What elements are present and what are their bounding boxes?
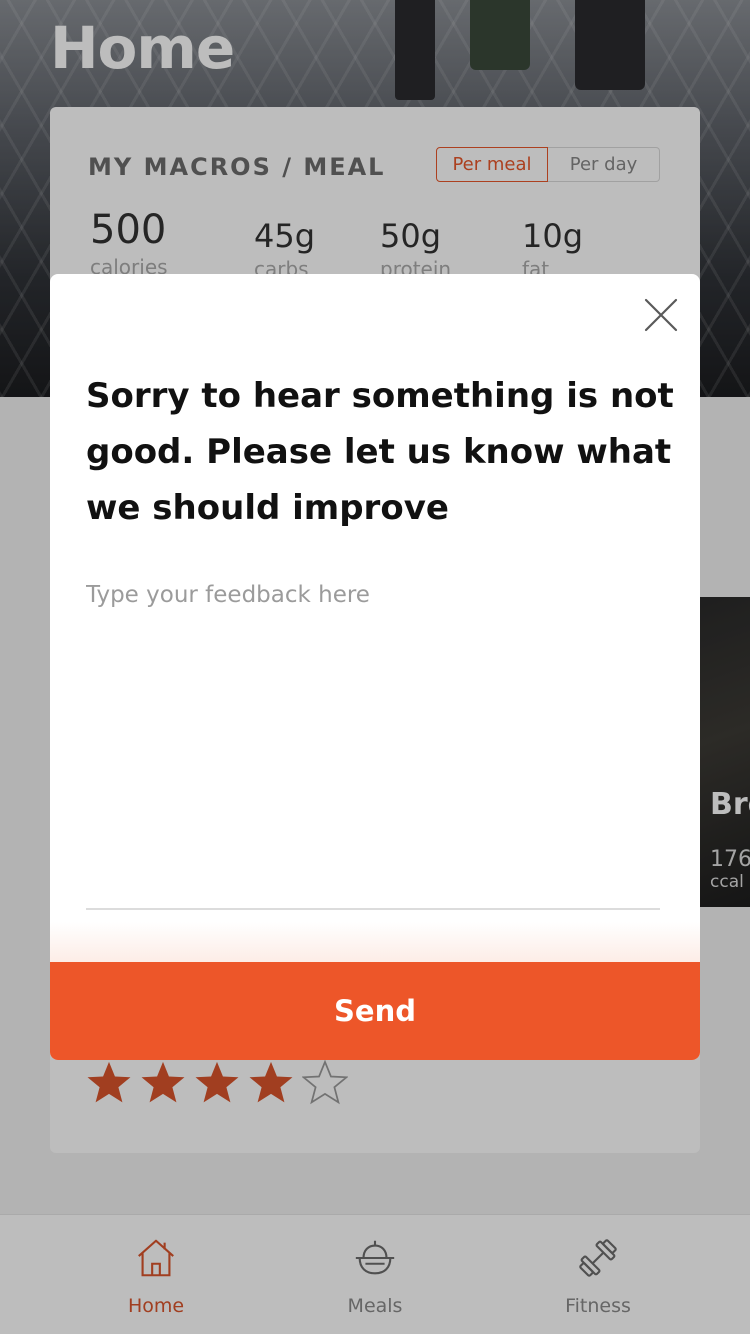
- send-button[interactable]: Send: [50, 962, 700, 1060]
- modal-heading: Sorry to hear something is not good. Ple…: [86, 376, 674, 528]
- feedback-modal: Sorry to hear something is not good. Ple…: [50, 274, 700, 1060]
- close-button[interactable]: [644, 298, 678, 332]
- feedback-input[interactable]: [86, 578, 660, 910]
- close-icon: [644, 298, 678, 332]
- send-button-shadow: [50, 922, 700, 962]
